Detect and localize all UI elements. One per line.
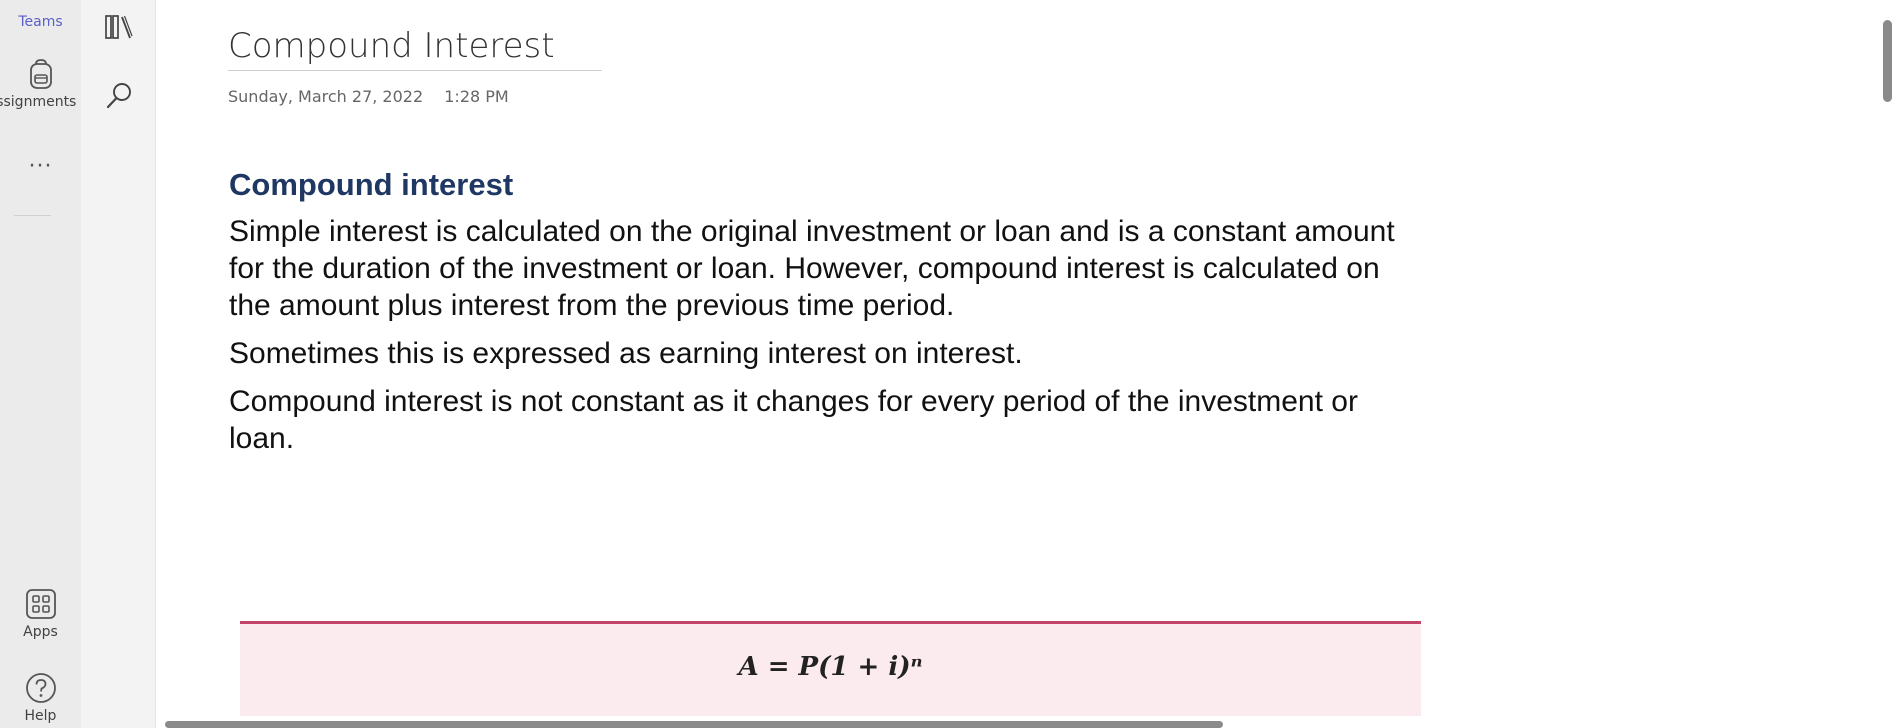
backpack-icon — [29, 59, 52, 89]
rail-apps-label: Apps — [23, 624, 58, 640]
app-rail: Teams Assignments ··· Apps Help — [0, 0, 81, 728]
page-canvas[interactable]: Compound Interest Sunday, March 27, 2022… — [156, 0, 1878, 728]
rail-apps[interactable]: Apps — [0, 588, 81, 640]
rail-help-label: Help — [24, 708, 57, 724]
library-icon[interactable] — [103, 12, 135, 44]
paragraph[interactable]: Sometimes this is expressed as earning i… — [229, 335, 1429, 372]
page-date-time: Sunday, March 27, 2022 1:28 PM — [228, 87, 509, 106]
horizontal-scroll-thumb[interactable] — [165, 721, 1223, 728]
rail-assignments[interactable]: Assignments — [0, 58, 81, 110]
paragraph[interactable]: Compound interest is not constant as it … — [229, 383, 1429, 457]
vertical-scrollbar[interactable] — [1878, 0, 1900, 728]
search-icon[interactable] — [103, 80, 135, 112]
rail-help[interactable]: Help — [0, 672, 81, 724]
page-title[interactable]: Compound Interest — [228, 26, 602, 71]
rail-teams-label: Teams — [18, 14, 63, 30]
rail-assignments-label: Assignments — [0, 94, 77, 110]
rail-teams[interactable]: Teams — [0, 0, 81, 30]
notebook-nav-pane — [81, 0, 156, 728]
paragraph[interactable]: Simple interest is calculated on the ori… — [229, 213, 1429, 324]
vertical-scroll-thumb[interactable] — [1883, 20, 1892, 102]
page-time: 1:28 PM — [444, 87, 509, 106]
section-heading[interactable]: Compound interest — [229, 167, 1429, 203]
formula-box[interactable]: A = P(1 + i)ⁿ — [240, 621, 1421, 716]
help-icon — [25, 673, 56, 703]
compound-interest-formula: A = P(1 + i)ⁿ — [738, 652, 923, 682]
teams-icon — [27, 0, 55, 10]
note-content[interactable]: Compound interest Simple interest is cal… — [229, 167, 1429, 468]
page-date: Sunday, March 27, 2022 — [228, 87, 424, 106]
apps-icon — [25, 589, 56, 619]
rail-divider — [14, 215, 51, 216]
more-icon[interactable]: ··· — [0, 154, 81, 179]
